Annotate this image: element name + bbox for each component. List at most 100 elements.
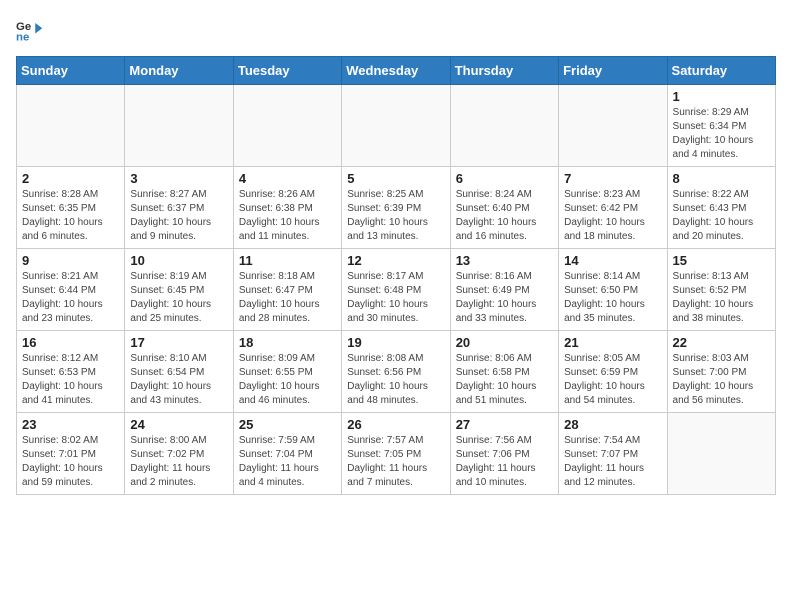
weekday-header-monday: Monday <box>125 57 233 85</box>
day-info: Sunrise: 7:57 AM Sunset: 7:05 PM Dayligh… <box>347 434 444 490</box>
day-number: 24 <box>130 417 227 432</box>
day-number: 12 <box>347 253 444 268</box>
day-info: Sunrise: 8:19 AM Sunset: 6:45 PM Dayligh… <box>130 270 227 326</box>
weekday-header-tuesday: Tuesday <box>233 57 341 85</box>
day-number: 15 <box>673 253 770 268</box>
calendar-cell: 1 Sunrise: 8:29 AM Sunset: 6:34 PM Daylig… <box>667 85 775 167</box>
day-info: Sunrise: 8:23 AM Sunset: 6:42 PM Dayligh… <box>564 188 661 244</box>
calendar-cell: 26 Sunrise: 7:57 AM Sunset: 7:05 PM Dayli… <box>342 413 450 495</box>
page-header: Ge ne <box>16 16 776 44</box>
day-number: 11 <box>239 253 336 268</box>
calendar-cell: 27 Sunrise: 7:56 AM Sunset: 7:06 PM Dayli… <box>450 413 558 495</box>
calendar-cell: 12 Sunrise: 8:17 AM Sunset: 6:48 PM Dayli… <box>342 249 450 331</box>
day-number: 10 <box>130 253 227 268</box>
day-number: 19 <box>347 335 444 350</box>
calendar-cell: 15 Sunrise: 8:13 AM Sunset: 6:52 PM Dayli… <box>667 249 775 331</box>
day-info: Sunrise: 8:18 AM Sunset: 6:47 PM Dayligh… <box>239 270 336 326</box>
calendar-cell <box>125 85 233 167</box>
calendar-cell: 2 Sunrise: 8:28 AM Sunset: 6:35 PM Daylig… <box>17 167 125 249</box>
calendar-cell: 20Sunrise: 8:06 AM Sunset: 6:58 PM Dayli… <box>450 331 558 413</box>
day-info: Sunrise: 8:00 AM Sunset: 7:02 PM Dayligh… <box>130 434 227 490</box>
calendar-cell <box>233 85 341 167</box>
calendar-cell <box>17 85 125 167</box>
day-info: Sunrise: 8:25 AM Sunset: 6:39 PM Dayligh… <box>347 188 444 244</box>
calendar-cell: 21 Sunrise: 8:05 AM Sunset: 6:59 PM Dayli… <box>559 331 667 413</box>
calendar-cell <box>342 85 450 167</box>
day-number: 26 <box>347 417 444 432</box>
day-number: 17 <box>130 335 227 350</box>
day-info: Sunrise: 8:17 AM Sunset: 6:48 PM Dayligh… <box>347 270 444 326</box>
calendar-cell <box>667 413 775 495</box>
weekday-header-friday: Friday <box>559 57 667 85</box>
calendar-cell: 18 Sunrise: 8:09 AM Sunset: 6:55 PM Dayli… <box>233 331 341 413</box>
day-number: 1 <box>673 89 770 104</box>
calendar-cell: 11 Sunrise: 8:18 AM Sunset: 6:47 PM Dayli… <box>233 249 341 331</box>
day-number: 9 <box>22 253 119 268</box>
calendar-week-1: 1 Sunrise: 8:29 AM Sunset: 6:34 PM Daylig… <box>17 85 776 167</box>
day-info: Sunrise: 7:54 AM Sunset: 7:07 PM Dayligh… <box>564 434 661 490</box>
day-info: Sunrise: 8:14 AM Sunset: 6:50 PM Dayligh… <box>564 270 661 326</box>
calendar-cell: 22Sunrise: 8:03 AM Sunset: 7:00 PM Dayli… <box>667 331 775 413</box>
calendar-cell: 16 Sunrise: 8:12 AM Sunset: 6:53 PM Dayli… <box>17 331 125 413</box>
day-info: Sunrise: 8:05 AM Sunset: 6:59 PM Dayligh… <box>564 352 661 408</box>
day-number: 28 <box>564 417 661 432</box>
calendar-cell: 10 Sunrise: 8:19 AM Sunset: 6:45 PM Dayli… <box>125 249 233 331</box>
day-number: 23 <box>22 417 119 432</box>
day-info: Sunrise: 8:27 AM Sunset: 6:37 PM Dayligh… <box>130 188 227 244</box>
calendar-cell <box>450 85 558 167</box>
calendar-cell: 23 Sunrise: 8:02 AM Sunset: 7:01 PM Dayli… <box>17 413 125 495</box>
calendar-cell: 5 Sunrise: 8:25 AM Sunset: 6:39 PM Daylig… <box>342 167 450 249</box>
day-info: Sunrise: 8:26 AM Sunset: 6:38 PM Dayligh… <box>239 188 336 244</box>
calendar-cell: 4Sunrise: 8:26 AM Sunset: 6:38 PM Daylig… <box>233 167 341 249</box>
day-number: 21 <box>564 335 661 350</box>
calendar-cell: 8 Sunrise: 8:22 AM Sunset: 6:43 PM Daylig… <box>667 167 775 249</box>
day-number: 27 <box>456 417 553 432</box>
weekday-header-row: SundayMondayTuesdayWednesdayThursdayFrid… <box>17 57 776 85</box>
calendar-week-5: 23 Sunrise: 8:02 AM Sunset: 7:01 PM Dayli… <box>17 413 776 495</box>
calendar-cell: 17 Sunrise: 8:10 AM Sunset: 6:54 PM Dayli… <box>125 331 233 413</box>
day-number: 8 <box>673 171 770 186</box>
day-number: 16 <box>22 335 119 350</box>
day-info: Sunrise: 8:08 AM Sunset: 6:56 PM Dayligh… <box>347 352 444 408</box>
day-number: 5 <box>347 171 444 186</box>
calendar-cell: 9 Sunrise: 8:21 AM Sunset: 6:44 PM Daylig… <box>17 249 125 331</box>
calendar-cell: 14Sunrise: 8:14 AM Sunset: 6:50 PM Dayli… <box>559 249 667 331</box>
day-info: Sunrise: 8:28 AM Sunset: 6:35 PM Dayligh… <box>22 188 119 244</box>
day-number: 2 <box>22 171 119 186</box>
calendar-cell <box>559 85 667 167</box>
calendar-cell: 24 Sunrise: 8:00 AM Sunset: 7:02 PM Dayli… <box>125 413 233 495</box>
day-info: Sunrise: 8:12 AM Sunset: 6:53 PM Dayligh… <box>22 352 119 408</box>
day-number: 22 <box>673 335 770 350</box>
day-info: Sunrise: 7:56 AM Sunset: 7:06 PM Dayligh… <box>456 434 553 490</box>
weekday-header-thursday: Thursday <box>450 57 558 85</box>
calendar-cell: 3 Sunrise: 8:27 AM Sunset: 6:37 PM Daylig… <box>125 167 233 249</box>
day-info: Sunrise: 8:02 AM Sunset: 7:01 PM Dayligh… <box>22 434 119 490</box>
day-number: 25 <box>239 417 336 432</box>
day-number: 7 <box>564 171 661 186</box>
calendar-table: SundayMondayTuesdayWednesdayThursdayFrid… <box>16 56 776 495</box>
day-info: Sunrise: 8:16 AM Sunset: 6:49 PM Dayligh… <box>456 270 553 326</box>
calendar-cell: 19 Sunrise: 8:08 AM Sunset: 6:56 PM Dayli… <box>342 331 450 413</box>
day-info: Sunrise: 8:13 AM Sunset: 6:52 PM Dayligh… <box>673 270 770 326</box>
day-number: 6 <box>456 171 553 186</box>
day-info: Sunrise: 8:21 AM Sunset: 6:44 PM Dayligh… <box>22 270 119 326</box>
day-info: Sunrise: 8:22 AM Sunset: 6:43 PM Dayligh… <box>673 188 770 244</box>
calendar-cell: 13 Sunrise: 8:16 AM Sunset: 6:49 PM Dayli… <box>450 249 558 331</box>
day-info: Sunrise: 8:29 AM Sunset: 6:34 PM Dayligh… <box>673 106 770 162</box>
day-number: 18 <box>239 335 336 350</box>
weekday-header-saturday: Saturday <box>667 57 775 85</box>
day-info: Sunrise: 8:24 AM Sunset: 6:40 PM Dayligh… <box>456 188 553 244</box>
calendar-week-2: 2 Sunrise: 8:28 AM Sunset: 6:35 PM Daylig… <box>17 167 776 249</box>
svg-text:ne: ne <box>16 32 29 44</box>
logo-icon: Ge ne <box>16 16 44 44</box>
calendar-cell: 7 Sunrise: 8:23 AM Sunset: 6:42 PM Daylig… <box>559 167 667 249</box>
day-info: Sunrise: 7:59 AM Sunset: 7:04 PM Dayligh… <box>239 434 336 490</box>
day-info: Sunrise: 8:09 AM Sunset: 6:55 PM Dayligh… <box>239 352 336 408</box>
calendar-cell: 6 Sunrise: 8:24 AM Sunset: 6:40 PM Daylig… <box>450 167 558 249</box>
day-number: 3 <box>130 171 227 186</box>
day-info: Sunrise: 8:06 AM Sunset: 6:58 PM Dayligh… <box>456 352 553 408</box>
day-info: Sunrise: 8:10 AM Sunset: 6:54 PM Dayligh… <box>130 352 227 408</box>
weekday-header-sunday: Sunday <box>17 57 125 85</box>
day-number: 13 <box>456 253 553 268</box>
calendar-cell: 25 Sunrise: 7:59 AM Sunset: 7:04 PM Dayli… <box>233 413 341 495</box>
